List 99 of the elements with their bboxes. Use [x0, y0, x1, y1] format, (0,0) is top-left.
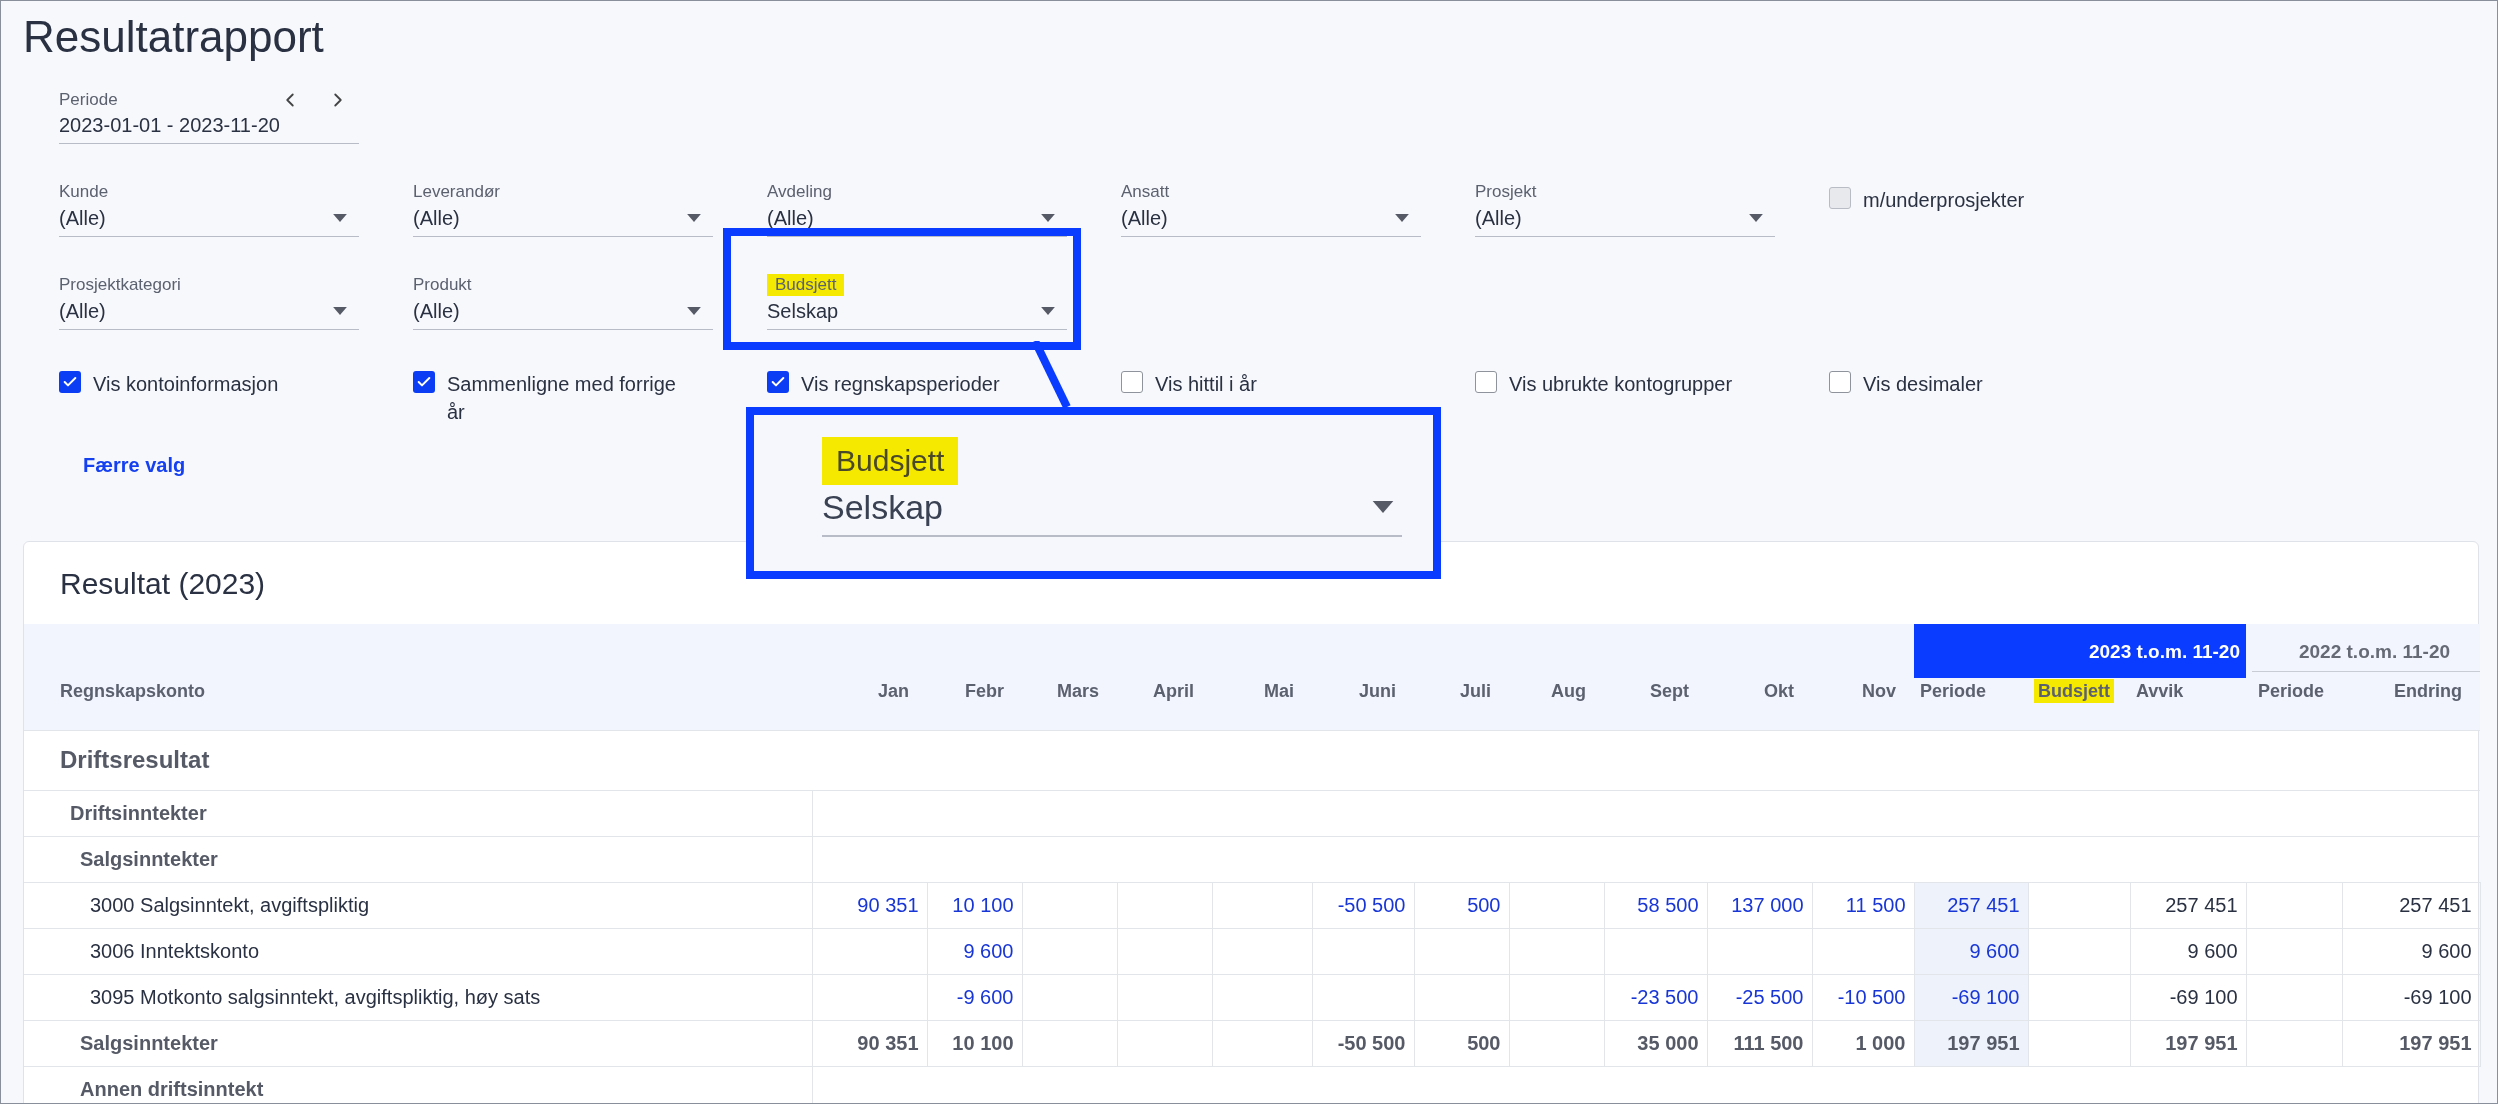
field-label: Prosjektkategori — [59, 274, 181, 296]
table-cell: 90 351 — [857, 1032, 919, 1054]
column-header[interactable]: Jan — [877, 681, 909, 701]
checkbox-label: m/underprosjekter — [1863, 188, 2025, 213]
field-label: Produkt — [413, 274, 472, 296]
caret-icon — [333, 307, 347, 315]
table-cell: -69 100 — [2403, 986, 2472, 1008]
column-header[interactable]: Mars — [1056, 681, 1099, 701]
column-header[interactable]: Okt — [1764, 681, 1794, 701]
column-header[interactable]: Aug — [1551, 681, 1586, 701]
column-group-header: 2023 t.o.m. 11-20 — [1914, 624, 2246, 678]
caret-icon — [1372, 501, 1394, 513]
group-heading: Salgsinntekter — [80, 848, 218, 870]
table-cell: 35 000 — [1637, 1032, 1699, 1054]
column-header[interactable]: Avvik — [2136, 681, 2184, 701]
column-header[interactable]: Sept — [1650, 681, 1689, 701]
select-field[interactable]: (Alle) — [1121, 204, 1421, 237]
table-cell: -69 100 — [2169, 986, 2238, 1008]
section-heading: Driftsresultat — [60, 746, 210, 773]
table-cell: 1 000 — [1855, 1032, 1906, 1054]
select-field[interactable]: (Alle) — [413, 204, 713, 237]
group-heading: Annen driftsinntekt — [80, 1078, 264, 1100]
field-label: Periode — [59, 89, 118, 111]
table-cell: 197 951 — [2399, 1032, 2472, 1054]
caret-icon — [1041, 214, 1055, 222]
select-field[interactable]: (Alle) — [413, 297, 713, 330]
subtotal-label: Salgsinntekter — [80, 1032, 218, 1054]
column-header[interactable]: Mai — [1264, 681, 1294, 701]
caret-icon — [687, 214, 701, 222]
checkbox-label: Sammenligne med forrige år — [447, 372, 677, 425]
select-field[interactable]: (Alle) — [59, 204, 359, 237]
amount-link[interactable]: -9 600 — [956, 986, 1014, 1008]
column-header[interactable]: Febr — [965, 681, 1004, 701]
checkbox[interactable] — [1475, 371, 1497, 393]
amount-link[interactable]: -10 500 — [1837, 986, 1906, 1008]
caret-icon — [1749, 214, 1763, 222]
amount-link[interactable]: 90 351 — [857, 894, 919, 916]
account-name: 3095 Motkonto salgsinntekt, avgiftspliktig, høy sats — [90, 986, 541, 1008]
caret-icon — [1395, 214, 1409, 222]
field-label: Ansatt — [1121, 181, 1170, 203]
table-cell: 257 451 — [2165, 894, 2238, 916]
select-field[interactable]: Selskap — [767, 297, 1067, 330]
column-header[interactable]: April — [1153, 681, 1194, 701]
column-header[interactable]: Budsjett — [2034, 679, 2114, 703]
checkbox-label: Vis ubrukte kontogrupper — [1509, 372, 1733, 397]
amount-link[interactable]: 10 100 — [952, 894, 1014, 916]
amount-link[interactable]: -25 500 — [1735, 986, 1804, 1008]
table-cell: 500 — [1467, 1032, 1501, 1054]
column-header[interactable]: Juni — [1359, 681, 1396, 701]
report-title: Resultat (2023) — [59, 566, 267, 602]
checkbox-label: Vis desimaler — [1863, 372, 1983, 397]
table-cell: 111 500 — [1733, 1032, 1804, 1054]
table-cell: 257 451 — [2399, 894, 2472, 916]
checkbox[interactable] — [1121, 371, 1143, 393]
select-field[interactable]: (Alle) — [1475, 204, 1775, 237]
caret-icon — [1041, 307, 1055, 315]
field-label: Leverandør — [413, 181, 500, 203]
caret-icon — [333, 214, 347, 222]
amount-link[interactable]: 500 — [1467, 894, 1501, 916]
checkbox[interactable] — [1829, 371, 1851, 393]
fewer-options-link[interactable]: Færre valg — [83, 450, 186, 480]
amount-link[interactable]: 9 600 — [963, 940, 1014, 962]
field-label: Kunde — [59, 181, 109, 203]
checkbox-label: Vis kontoinformasjon — [93, 372, 279, 397]
column-header[interactable]: Endring — [2394, 681, 2463, 701]
table-cell: 197 951 — [2165, 1032, 2238, 1054]
table-cell: -50 500 — [1337, 1032, 1406, 1054]
checkbox-label: Vis regnskapsperioder — [801, 372, 1000, 397]
table-cell: 197 951 — [1947, 1032, 2020, 1054]
callout-label: Budsjett — [822, 437, 959, 485]
amount-link[interactable]: -23 500 — [1630, 986, 1699, 1008]
column-header[interactable]: Nov — [1862, 681, 1896, 701]
field-label: Budsjett — [767, 274, 845, 296]
caret-icon — [687, 307, 701, 315]
page-title: Resultatrapport — [23, 11, 324, 63]
column-group-header: 2022 t.o.m. 11-20 — [2252, 638, 2481, 672]
column-header[interactable]: Juli — [1460, 681, 1491, 701]
field-label: Prosjekt — [1475, 181, 1537, 203]
period-field[interactable]: 2023-01-01 - 2023-11-20 — [59, 111, 359, 144]
checkbox[interactable] — [767, 371, 789, 393]
select-field[interactable]: (Alle) — [59, 297, 359, 330]
amount-link[interactable]: 137 000 — [1731, 894, 1804, 916]
table-cell: 9 600 — [2187, 940, 2238, 962]
field-label: Avdeling — [767, 181, 832, 203]
column-header[interactable]: Periode — [2258, 681, 2324, 701]
column-header: Regnskapskonto — [60, 681, 206, 701]
checkbox-label: Vis hittil i år — [1155, 372, 1257, 397]
column-header[interactable]: Periode — [1920, 681, 1987, 701]
account-name: 3006 Inntektskonto — [90, 940, 259, 962]
account-name: 3000 Salgsinntekt, avgiftspliktig — [90, 894, 370, 916]
amount-link[interactable]: 58 500 — [1637, 894, 1699, 916]
amount-link[interactable]: -50 500 — [1337, 894, 1406, 916]
table-cell: 10 100 — [952, 1032, 1014, 1054]
checkbox[interactable] — [413, 371, 435, 393]
group-heading: Driftsinntekter — [70, 802, 207, 824]
select-field[interactable]: (Alle) — [767, 204, 1067, 237]
amount-link[interactable]: 11 500 — [1845, 894, 1906, 916]
checkbox[interactable] — [59, 371, 81, 393]
table-cell: 9 600 — [2421, 940, 2472, 962]
